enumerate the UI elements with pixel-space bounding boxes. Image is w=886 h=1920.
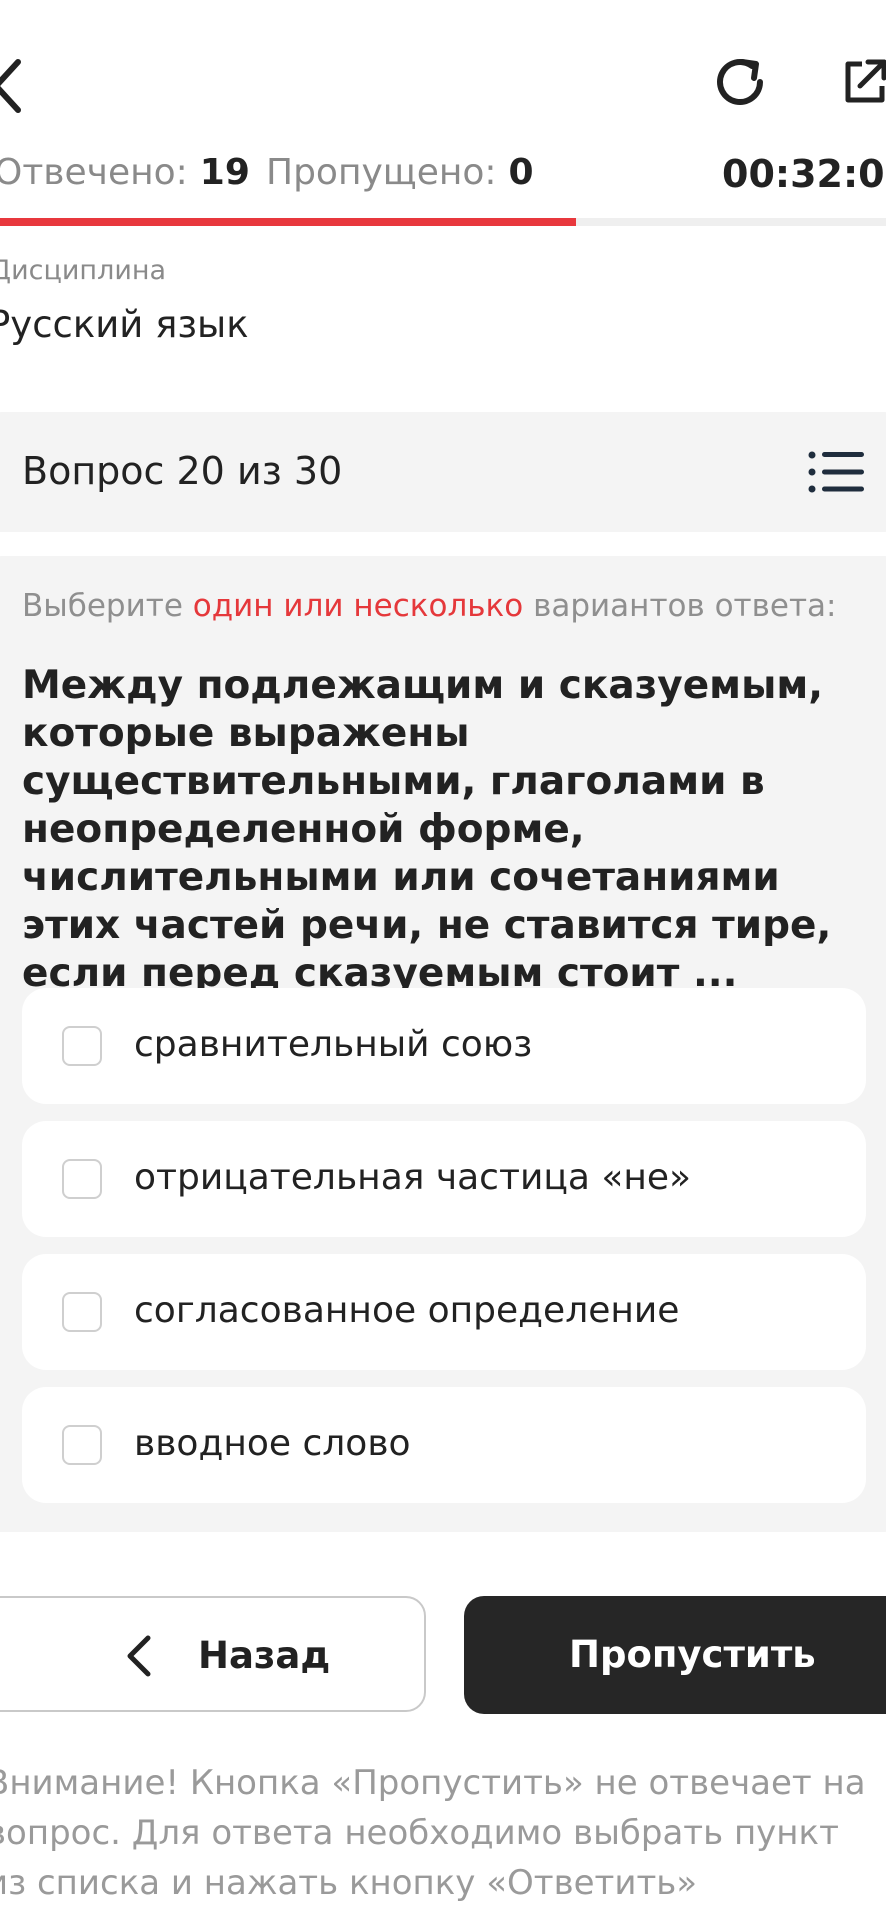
skipped-label: Пропущено: bbox=[266, 152, 497, 193]
back-button-label: Назад bbox=[198, 1634, 331, 1677]
instruction-prefix: Выберите bbox=[22, 588, 193, 624]
skip-button-label: Пропустить bbox=[569, 1633, 816, 1676]
external-link-icon[interactable] bbox=[840, 56, 886, 106]
instruction-suffix: вариантов ответа: bbox=[523, 588, 837, 624]
chevron-left-icon bbox=[124, 1634, 154, 1678]
back-button[interactable]: Назад bbox=[0, 1596, 426, 1712]
discipline-value: Русский язык bbox=[0, 303, 249, 346]
checkbox[interactable] bbox=[62, 1425, 102, 1465]
refresh-icon[interactable] bbox=[712, 52, 772, 112]
checkbox[interactable] bbox=[62, 1159, 102, 1199]
instruction-highlight: один или несколько bbox=[192, 588, 524, 624]
answer-option[interactable]: вводное слово bbox=[22, 1387, 866, 1503]
progress-bar bbox=[0, 218, 886, 226]
option-label: сравнительный союз bbox=[134, 1024, 533, 1065]
answer-option[interactable]: согласованное определение bbox=[22, 1254, 866, 1370]
answered-value: 19 bbox=[199, 152, 250, 193]
option-label: вводное слово bbox=[134, 1423, 411, 1464]
answer-option[interactable]: сравнительный союз bbox=[22, 988, 866, 1104]
warning-text: Внимание! Кнопка «Пропустить» не отвечае… bbox=[0, 1763, 866, 1903]
question-counter: Вопрос 20 из 30 bbox=[22, 449, 343, 493]
checkbox[interactable] bbox=[62, 1026, 102, 1066]
progress-fill bbox=[0, 218, 576, 226]
instruction: Выберите один или несколько вариантов от… bbox=[22, 588, 836, 624]
checkbox[interactable] bbox=[62, 1292, 102, 1332]
answer-option[interactable]: отрицательная частица «не» bbox=[22, 1121, 866, 1237]
back-chevron-icon[interactable] bbox=[0, 56, 28, 116]
answered-label: Отвечено: bbox=[0, 152, 188, 193]
answered-stat: Отвечено: 19 bbox=[0, 152, 250, 193]
discipline-label: Дисциплина bbox=[0, 255, 167, 286]
list-icon[interactable] bbox=[808, 450, 864, 494]
question-text: Между подлежащим и сказуемым, которые вы… bbox=[22, 663, 832, 996]
skip-button[interactable]: Пропустить bbox=[464, 1596, 886, 1714]
skipped-value: 0 bbox=[508, 152, 534, 193]
option-label: согласованное определение bbox=[134, 1290, 680, 1331]
timer: 00:32:03 bbox=[722, 152, 886, 196]
option-label: отрицательная частица «не» bbox=[134, 1157, 692, 1198]
skipped-stat: Пропущено: 0 bbox=[266, 152, 534, 193]
